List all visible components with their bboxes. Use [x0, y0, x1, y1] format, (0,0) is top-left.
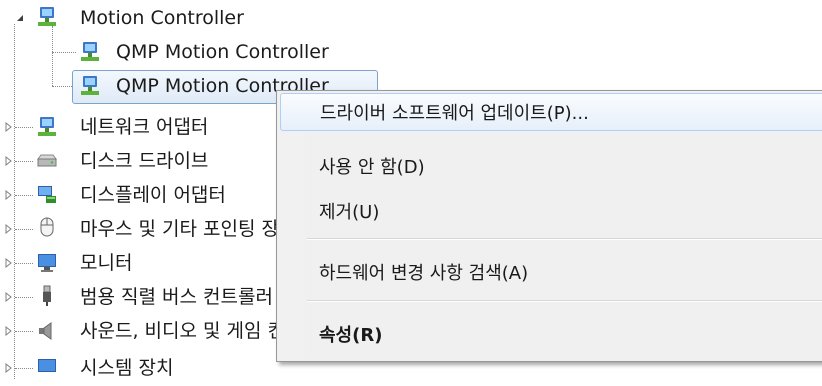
tree-item-label: 모니터	[80, 252, 133, 274]
disk-drive-icon	[35, 149, 59, 173]
menu-item-label: 속성(R)	[319, 325, 383, 346]
tree-connector	[15, 263, 33, 264]
tree-item-label: 마우스 및 기타 포인팅 장치	[80, 218, 297, 240]
menu-item-scan-hardware-changes[interactable]: 하드웨어 변경 사항 검색(A)	[280, 253, 822, 291]
collapse-arrow-icon[interactable]	[14, 12, 26, 24]
expand-arrow-icon[interactable]	[2, 291, 14, 303]
menu-separator	[307, 300, 822, 302]
usb-icon	[35, 284, 59, 308]
expand-arrow-icon[interactable]	[2, 257, 14, 269]
tree-item-label: 디스크 드라이브	[80, 150, 209, 172]
speaker-icon	[35, 319, 59, 343]
context-menu: 드라이버 소프트웨어 업데이트(P)... 사용 안 함(D) 제거(U) 하드…	[276, 90, 822, 362]
tree-item-label: QMP Motion Controller	[116, 41, 329, 63]
expand-arrow-icon[interactable]	[2, 189, 14, 201]
mouse-icon	[35, 215, 59, 239]
tree-item-label: Motion Controller	[80, 7, 244, 29]
tree-item-mice[interactable]: 마우스 및 기타 포인팅 장치	[0, 211, 296, 247]
monitor-icon	[35, 251, 59, 275]
tree-item-system-devices[interactable]: 시스템 장치	[0, 350, 290, 386]
expand-arrow-icon[interactable]	[2, 223, 14, 235]
system-device-icon	[35, 356, 59, 380]
tree-item-display-adapters[interactable]: 디스플레이 어댑터	[0, 177, 290, 213]
tree-connector	[15, 127, 33, 128]
tree-item-sound-video-game[interactable]: 사운드, 비디오 및 게임 컨트롤러	[0, 313, 337, 349]
expand-arrow-icon[interactable]	[2, 362, 14, 374]
network-device-icon	[78, 40, 102, 64]
tree-item-label: 네트워크 어댑터	[80, 116, 209, 138]
tree-item-usb-controllers[interactable]: 범용 직렬 버스 컨트롤러	[0, 279, 290, 315]
expand-arrow-icon[interactable]	[2, 325, 14, 337]
menu-item-properties[interactable]: 속성(R)	[280, 315, 822, 353]
tree-connector	[15, 229, 33, 230]
tree-item-label: 시스템 장치	[80, 357, 174, 379]
menu-item-label: 사용 안 함(D)	[319, 157, 425, 178]
tree-item-label: 디스플레이 어댑터	[80, 184, 226, 206]
expand-arrow-icon[interactable]	[2, 155, 14, 167]
menu-item-disable[interactable]: 사용 안 함(D)	[280, 147, 822, 185]
menu-item-label: 하드웨어 변경 사항 검색(A)	[319, 263, 529, 284]
tree-item-disk-drives[interactable]: 디스크 드라이브	[0, 143, 280, 179]
tree-item-qmp-motion-controller[interactable]: QMP Motion Controller	[0, 34, 380, 70]
network-adapter-icon	[35, 115, 59, 139]
tree-connector	[15, 161, 33, 162]
menu-item-label: 드라이버 소프트웨어 업데이트(P)...	[320, 103, 589, 124]
tree-connector	[15, 331, 33, 332]
tree-item-motion-controller[interactable]: Motion Controller	[0, 0, 260, 36]
expand-arrow-icon[interactable]	[2, 121, 14, 133]
tree-item-network-adapters[interactable]: 네트워크 어댑터	[0, 109, 280, 145]
display-adapter-icon	[35, 183, 59, 207]
menu-item-uninstall[interactable]: 제거(U)	[280, 192, 822, 230]
menu-item-update-driver[interactable]: 드라이버 소프트웨어 업데이트(P)...	[280, 93, 822, 131]
tree-connector	[15, 195, 33, 196]
tree-connector	[15, 297, 33, 298]
network-device-icon	[35, 5, 59, 29]
tree-item-label: 범용 직렬 버스 컨트롤러	[80, 286, 273, 308]
menu-separator	[307, 238, 822, 240]
network-device-icon	[78, 74, 102, 98]
tree-connector	[15, 368, 33, 369]
tree-item-monitors[interactable]: 모니터	[0, 245, 280, 281]
menu-item-label: 제거(U)	[319, 202, 380, 223]
